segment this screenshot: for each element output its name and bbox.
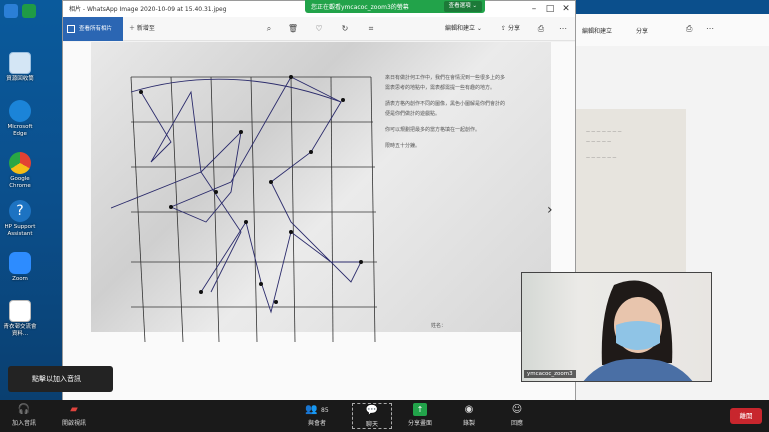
leave-meeting-button[interactable]: 離開 — [730, 408, 762, 424]
see-all-label: 查看所有相片 — [79, 26, 113, 32]
desktop-icon-label: 青衣邨交流會資料... — [3, 324, 37, 337]
signature-label: 姓名： — [431, 323, 447, 329]
instruction-line: 需表思考的地點中，需表都需提一些有趣的地方。 — [385, 85, 496, 91]
shield-icon[interactable] — [22, 4, 36, 18]
share-screen-button[interactable]: ↑ 分享畫面 — [408, 403, 432, 427]
print-icon[interactable]: ⎙ — [535, 23, 547, 35]
zoom-icon[interactable]: ⌕ — [263, 23, 275, 35]
participants-icon: 👥 85 — [305, 404, 329, 415]
delete-icon[interactable]: 🗑 — [287, 23, 299, 35]
reactions-icon: ☺ — [511, 404, 523, 415]
desktop-icon-document[interactable]: 青衣邨交流會資料... — [3, 300, 37, 338]
photo-viewer: 來日有做計何工作中，我們在會情況到一些很多上的多 需表思考的地點中，需表都需提一… — [63, 42, 575, 400]
meeting-controls-bar: 🎧 加入音訊 ▰ 開啟視訊 👥 85 與會者 💬 聊天 ↑ 分享畫面 ◉ 錄製 … — [0, 400, 769, 432]
gallery-icon — [67, 25, 75, 33]
chat-button[interactable]: 💬 聊天 — [352, 403, 392, 429]
chat-icon: 💬 — [365, 405, 379, 416]
favorite-icon[interactable]: ♡ — [313, 23, 325, 35]
reactions-button[interactable]: ☺ 回應 — [510, 403, 524, 427]
zoom-icon — [9, 252, 31, 274]
see-all-photos-button[interactable]: 查看所有相片 — [63, 17, 123, 41]
participants-button[interactable]: 👥 85 與會者 — [302, 403, 332, 427]
print-icon[interactable]: ⎙ — [686, 24, 692, 34]
reactions-label: 回應 — [510, 420, 523, 427]
instruction-line: 便是你們做計的遊戲點。 — [385, 111, 441, 117]
share-banner: 您正在觀看ymcacoc_zoom3的螢幕 查看選項 ⌄ — [305, 0, 485, 13]
participant-count: 85 — [321, 407, 329, 414]
desktop: 資源回收筒 Microsoft Edge Google Chrome ? HP … — [0, 0, 62, 400]
view-options-button[interactable]: 查看選項 ⌄ — [443, 1, 482, 12]
share-screen-label: 分享畫面 — [408, 420, 433, 427]
desktop-icon-hp-support[interactable]: ? HP Support Assistant — [3, 200, 37, 238]
screen: 資源回收筒 Microsoft Edge Google Chrome ? HP … — [0, 0, 769, 432]
join-audio-tooltip: 點擊以加入音訊 — [8, 366, 113, 392]
view-options-label: 查看選項 — [448, 3, 471, 9]
instruction-line: 來日有做計何工作中，我們在會情況到一些很多上的多 — [385, 75, 506, 81]
add-to-button[interactable]: ＋ 新增至 — [129, 22, 155, 36]
add-to-label: 新增至 — [136, 25, 155, 32]
photos-window: 相片 - WhatsApp Image 2020-10-09 at 15.40.… — [62, 0, 576, 400]
right-document-photo: — — — — — — — — — — — — — — — — — — — [576, 109, 686, 289]
share-button[interactable]: ⇪ 分享 — [501, 22, 520, 36]
right-window-toolbar: 編輯和建立 分享 ⎙ ⋯ — [576, 14, 769, 46]
start-video-button[interactable]: ▰ 開啟視訊 — [62, 403, 86, 427]
record-icon: ◉ — [464, 404, 474, 415]
edit-create-menu[interactable]: 編輯和建立 — [582, 26, 612, 35]
desktop-icon-label: HP Support Assistant — [4, 224, 36, 237]
desktop-icon-chrome[interactable]: Google Chrome — [3, 152, 37, 190]
tooltip-text: 點擊以加入音訊 — [32, 375, 81, 383]
start-video-label: 開啟視訊 — [62, 420, 87, 427]
next-photo-arrow[interactable]: › — [547, 202, 557, 222]
desktop-icon-label: 資源回收筒 — [6, 76, 34, 82]
worksheet-photo: 來日有做計何工作中，我們在會情況到一些很多上的多 需表思考的地點中，需表都需提一… — [91, 42, 551, 343]
desktop-icon-label: Zoom — [12, 276, 28, 282]
edge-icon — [9, 100, 31, 122]
edit-create-label: 編輯和建立 — [445, 25, 476, 32]
photos-toolbar: 查看所有相片 ＋ 新增至 ⌕ 🗑 ♡ ↻ ⌗ 編輯和建立 ⌄ ⇪ 分享 ⎙ ⋯ — [63, 17, 575, 41]
help-icon: ? — [9, 200, 31, 222]
instruction-line: 請表方格內創作不同的圖像，黑色小圖解是你們會計的 — [385, 101, 506, 107]
participants-label: 與會者 — [307, 420, 326, 427]
participant-name: ymcacoc_zoom3 — [524, 370, 576, 378]
close-button[interactable]: ✕ — [557, 3, 575, 15]
desktop-icon-label: Microsoft Edge — [7, 124, 33, 137]
desktop-icon-edge[interactable]: Microsoft Edge — [3, 100, 37, 138]
record-label: 錄製 — [462, 420, 475, 427]
share-label: 分享 — [507, 25, 520, 32]
instruction-line: 你可以規劃把最多的當方格填在一起創作。 — [385, 127, 481, 133]
edit-create-menu[interactable]: 編輯和建立 ⌄ — [445, 22, 482, 36]
video-off-icon: ▰ — [70, 404, 78, 415]
join-audio-label: 加入音訊 — [12, 420, 37, 427]
desktop-icon-recycle-bin[interactable]: 資源回收筒 — [3, 52, 37, 83]
window-title: 相片 - WhatsApp Image 2020-10-09 at 15.40.… — [69, 6, 227, 13]
share-screen-icon: ↑ — [413, 403, 427, 416]
right-desktop-strip: 檢視 — [576, 0, 769, 14]
record-button[interactable]: ◉ 錄製 — [462, 403, 476, 427]
join-audio-button[interactable]: 🎧 加入音訊 — [12, 403, 36, 427]
chat-label: 聊天 — [365, 421, 378, 428]
chrome-icon — [9, 152, 31, 174]
instruction-line: 限時五十分鐘。 — [385, 143, 421, 149]
grid-drawing — [111, 75, 377, 343]
desktop-icon-zoom[interactable]: Zoom — [3, 252, 37, 283]
recycle-bin-icon — [9, 52, 31, 74]
participant-video[interactable]: ymcacoc_zoom3 — [521, 272, 712, 382]
crop-icon[interactable]: ⌗ — [365, 23, 377, 35]
rotate-icon[interactable]: ↻ — [339, 23, 351, 35]
desktop-icon-label: Google Chrome — [9, 176, 31, 189]
headphones-icon: 🎧 — [17, 404, 31, 415]
more-icon[interactable]: ⋯ — [706, 24, 714, 33]
share-button[interactable]: 分享 — [636, 26, 648, 35]
document-icon — [9, 300, 31, 322]
participant-figure — [583, 280, 693, 381]
share-banner-text: 您正在觀看ymcacoc_zoom3的螢幕 — [311, 4, 409, 11]
status-icon[interactable] — [4, 4, 18, 18]
more-icon[interactable]: ⋯ — [557, 23, 569, 35]
